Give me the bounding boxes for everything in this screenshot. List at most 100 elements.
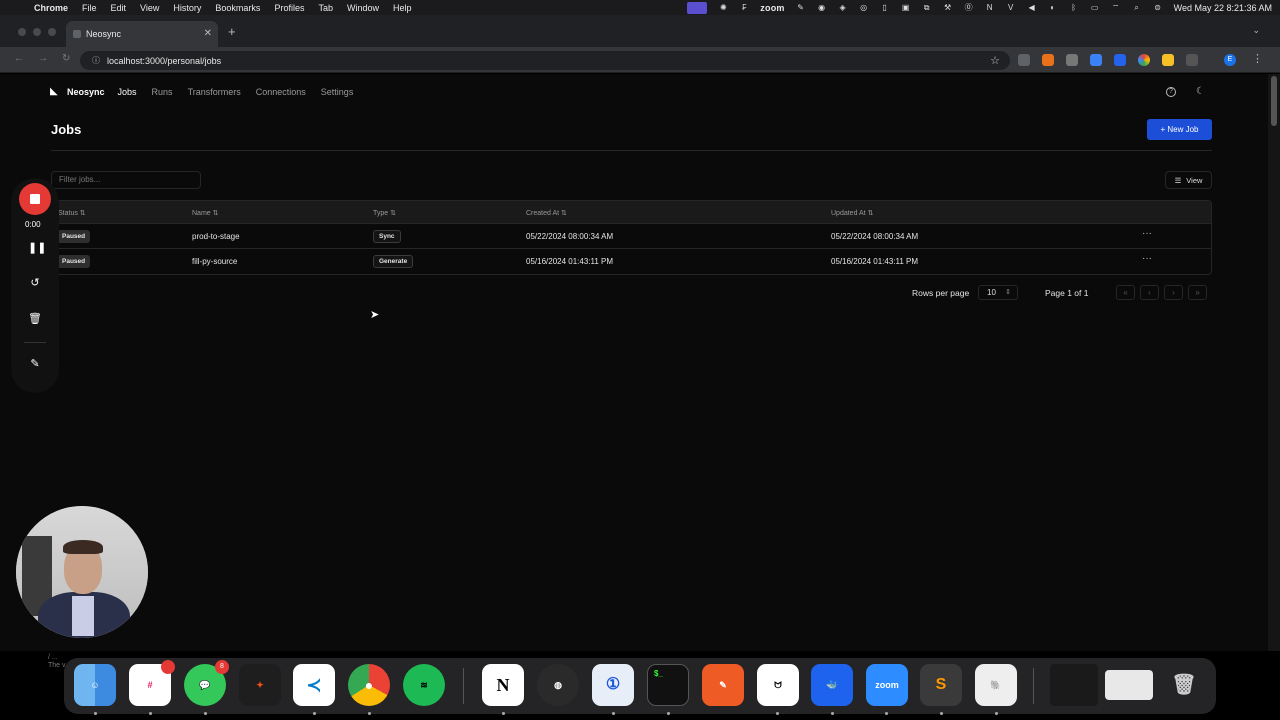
figma-icon[interactable]: ✦ [239,664,281,706]
menu-edit[interactable]: Edit [111,3,127,13]
docker-icon[interactable]: 🐳 [811,664,853,706]
extensions-puzzle-icon[interactable] [1186,54,1198,66]
new-job-button[interactable]: + New Job [1147,119,1212,140]
battery-icon[interactable]: ▭ [1090,3,1100,12]
sublime-icon[interactable]: S [920,664,962,706]
row-actions-icon[interactable]: ··· [1142,253,1152,264]
linear-icon[interactable]: ◍ [537,664,579,706]
tab-search-chevron-icon[interactable]: ⌄ [1252,25,1260,36]
job-name[interactable]: fill-py-source [192,257,237,266]
webcam-bubble[interactable] [16,506,148,638]
brightness-icon[interactable]: ✺ [718,3,728,12]
nav-runs[interactable]: Runs [152,87,173,97]
camera-icon[interactable]: ◉ [817,3,827,12]
maximize-window-icon[interactable] [48,28,56,36]
search-icon[interactable]: ⌕ [1132,3,1142,12]
volume-icon[interactable]: ◀ [1027,3,1037,12]
menu-tab[interactable]: Tab [318,3,333,13]
last-page-icon[interactable]: » [1188,285,1207,300]
terminal-icon[interactable]: $_ [647,664,689,706]
screen-record-icon[interactable] [687,1,708,14]
browser-menu-icon[interactable]: ⋮ [1252,52,1263,65]
header-updated-at[interactable]: Updated At ⇅ [831,209,873,217]
forward-icon[interactable]: → [38,53,48,64]
pen-icon[interactable]: ✎ [796,3,806,12]
lock-icon[interactable]: ▣ [901,3,911,12]
wifi-icon[interactable]: ⌔ [1111,3,1121,12]
menu-bookmarks[interactable]: Bookmarks [215,3,260,13]
menubar-clock[interactable]: Wed May 22 8:21:36 AM [1174,3,1272,13]
menu-history[interactable]: History [173,3,201,13]
pause-icon[interactable]: ❚❚ [28,241,46,254]
ollama-icon[interactable]: ᗢ [757,664,799,706]
tools-icon[interactable]: ⚒ [943,3,953,12]
shield-icon[interactable]: ◈ [838,3,848,12]
bookmark-star-icon[interactable]: ☆ [990,54,1000,67]
help-icon[interactable]: ? [1166,87,1176,97]
menu-profiles[interactable]: Profiles [274,3,304,13]
menu-view[interactable]: View [140,3,159,13]
header-type[interactable]: Type ⇅ [373,209,396,217]
trash-dock-icon[interactable]: 🗑 [1163,664,1205,706]
menu-help[interactable]: Help [393,3,412,13]
site-info-icon[interactable]: ⓘ [92,55,100,66]
page-scrollbar[interactable] [1268,74,1280,651]
new-tab-icon[interactable]: + [228,24,236,39]
script-icon[interactable]: ₣ [739,3,749,12]
nav-connections[interactable]: Connections [256,87,306,97]
url-text[interactable]: localhost:3000/personal/jobs [107,56,221,66]
extension-color-icon[interactable] [1138,54,1150,66]
nav-settings[interactable]: Settings [321,87,354,97]
chrome-icon[interactable]: ● [348,664,390,706]
password-icon[interactable]: ⓪ [964,3,974,12]
nav-jobs[interactable]: Jobs [118,87,137,97]
window-icon[interactable]: ▯ [880,3,890,12]
zoom-icon[interactable]: zoom [866,664,908,706]
postman-icon[interactable]: ✎ [702,664,744,706]
extension-a-icon[interactable] [1018,54,1030,66]
control-center-icon[interactable]: ⊜ [1153,3,1163,12]
1password-icon[interactable]: ① [592,664,634,706]
screen-share-icon[interactable]: ⧉ [922,3,932,12]
first-page-icon[interactable]: « [1116,285,1135,300]
address-bar[interactable]: ⓘ localhost:3000/personal/jobs ☆ [80,51,1010,70]
row-actions-icon[interactable]: ··· [1142,228,1152,239]
view-options-button[interactable]: ☰ View [1165,171,1212,189]
record-status-icon[interactable]: ◎ [859,3,869,12]
header-created-at[interactable]: Created At ⇅ [526,209,567,217]
nav-transformers[interactable]: Transformers [188,87,241,97]
profile-avatar[interactable]: E [1224,54,1236,66]
back-icon[interactable]: ← [14,53,24,64]
job-name[interactable]: prod-to-stage [192,232,240,241]
rows-per-page-select[interactable]: 10 ⇕ [978,285,1018,300]
bluetooth-icon[interactable]: ᛒ [1069,3,1079,12]
browser-tab-neosync[interactable]: Neosync ✕ [66,21,218,47]
header-name[interactable]: Name ⇅ [192,209,219,217]
brand-name[interactable]: Neosync [67,87,105,97]
menu-window[interactable]: Window [347,3,379,13]
minimized-window-icon[interactable] [1105,670,1153,700]
vscode-icon[interactable]: ≺ [293,664,335,706]
playback-icon[interactable]: ◐ [1048,3,1058,12]
draw-pencil-icon[interactable]: ✎ [28,357,42,370]
neosync-logo-icon[interactable]: ◣ [50,86,62,98]
stop-recording-button[interactable] [19,183,51,215]
extension-fox-icon[interactable] [1042,54,1054,66]
menu-chrome[interactable]: Chrome [34,3,68,13]
zoom-menubar-label[interactable]: zoom [760,3,784,13]
header-status[interactable]: Status ⇅ [58,209,86,217]
extension-circle-icon[interactable] [1114,54,1126,66]
minimize-window-icon[interactable] [33,28,41,36]
next-page-icon[interactable]: › [1164,285,1183,300]
notion-icon[interactable]: N [482,664,524,706]
close-tab-icon[interactable]: ✕ [204,28,212,39]
prev-page-icon[interactable]: ‹ [1140,285,1159,300]
minimized-window-icon[interactable] [1050,664,1098,706]
spotify-icon[interactable]: ≋ [403,664,445,706]
filter-jobs-input[interactable]: Filter jobs... [51,171,201,189]
table-row[interactable]: Paused prod-to-stage Sync 05/22/2024 08:… [52,224,1211,249]
reload-icon[interactable]: ↻ [62,53,70,64]
finder-icon[interactable]: ☺ [74,664,116,706]
restart-icon[interactable]: ↺ [28,276,42,289]
trash-icon[interactable]: 🗑 [28,312,42,325]
